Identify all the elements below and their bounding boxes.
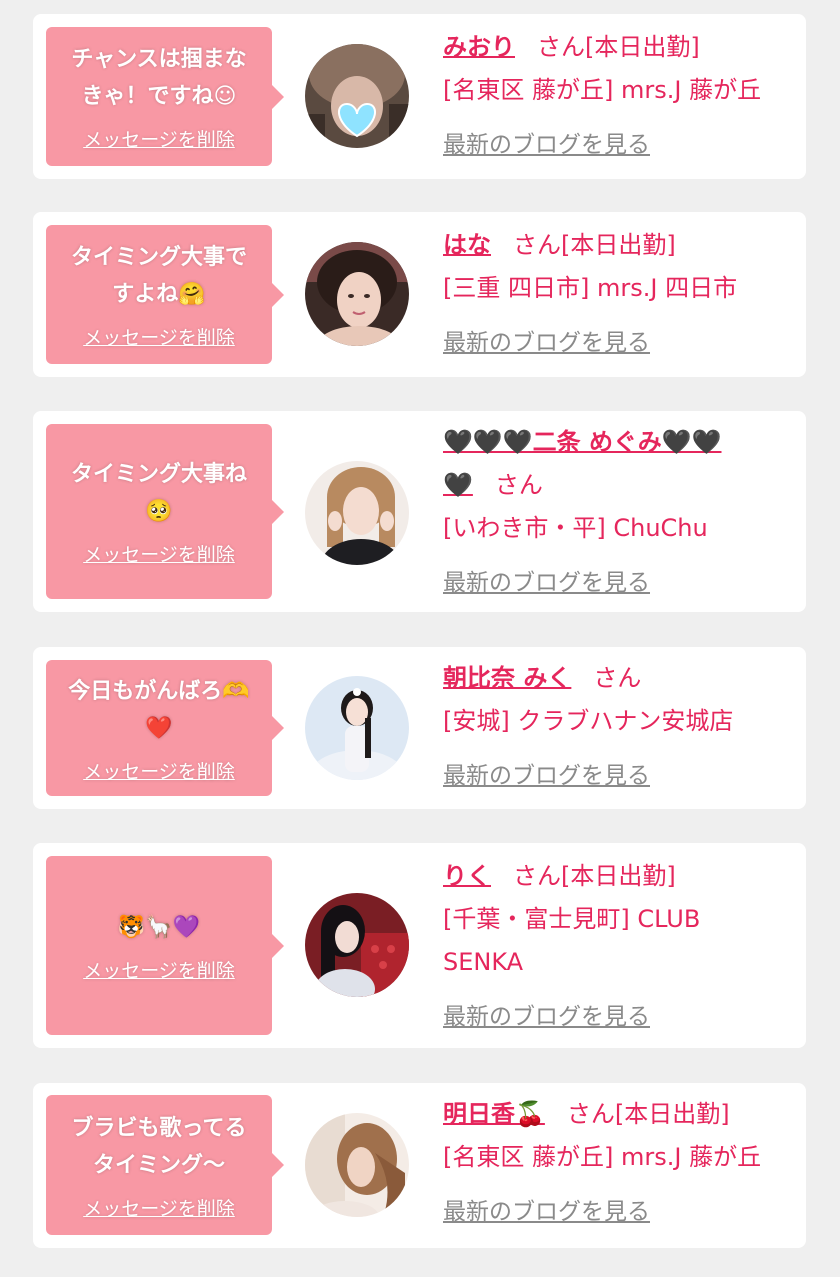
message-text: チャンスは掴まな きゃ！ですね☺	[71, 47, 247, 109]
cast-info: みおり さん[本日出勤] [名東区 藤が丘] mrs.J 藤が丘 最新のブログを見…	[443, 26, 798, 167]
avatar[interactable]	[305, 893, 409, 997]
shop-info: [名東区 藤が丘] mrs.J 藤が丘	[443, 76, 762, 104]
message-text: ブラビも歌ってる タイミング〜	[71, 1115, 247, 1178]
honorific: さん	[537, 33, 585, 61]
message-text: 今日もがんばろ🫶 ❤️	[68, 678, 250, 741]
shop-info: [千葉・富士見町] CLUB SENKA	[443, 905, 701, 976]
avatar[interactable]	[305, 44, 409, 148]
message-bubble: ブラビも歌ってる タイミング〜 メッセージを削除	[46, 1095, 284, 1235]
status-badge: [本日出勤]	[614, 1100, 730, 1128]
delete-message-link[interactable]: メッセージを削除	[83, 757, 235, 784]
message-text: 🐯🦙💜	[117, 914, 201, 940]
honorific: さん	[566, 1100, 615, 1128]
message-bubble: 今日もがんばろ🫶 ❤️ メッセージを削除	[46, 660, 284, 796]
honorific: さん	[513, 862, 561, 890]
message-card: タイミング大事ね 🥺 メッセージを削除 🖤🖤🖤二条 めぐみ🖤🖤 🖤 さん [いわ…	[33, 411, 806, 612]
cast-info: 朝比奈 みく さん [安城] クラブハナン安城店 最新のブログを見る	[443, 657, 798, 798]
avatar[interactable]	[305, 461, 409, 565]
avatar[interactable]	[305, 676, 409, 780]
view-blog-link[interactable]: 最新のブログを見る	[443, 1191, 650, 1234]
delete-message-link[interactable]: メッセージを削除	[83, 956, 235, 983]
message-card: チャンスは掴まな きゃ！ですね☺ メッセージを削除 みおり さん[本日出勤] [名…	[33, 14, 806, 179]
delete-message-link[interactable]: メッセージを削除	[83, 125, 235, 152]
status-badge: [本日出勤]	[585, 33, 700, 61]
cast-name-link[interactable]: はな	[443, 231, 491, 259]
message-list: チャンスは掴まな きゃ！ですね☺ メッセージを削除 みおり さん[本日出勤] [名…	[0, 0, 840, 1277]
avatar[interactable]	[305, 1113, 409, 1217]
message-bubble: タイミング大事ね 🥺 メッセージを削除	[46, 424, 284, 599]
shop-info: [三重 四日市] mrs.J 四日市	[443, 274, 738, 302]
message-card: ブラビも歌ってる タイミング〜 メッセージを削除 明日香🍒 さん[本日出勤] [名…	[33, 1083, 806, 1248]
view-blog-link[interactable]: 最新のブログを見る	[443, 755, 650, 798]
shop-info: [名東区 藤が丘] mrs.J 藤が丘	[443, 1143, 762, 1171]
view-blog-link[interactable]: 最新のブログを見る	[443, 562, 650, 605]
cast-info: 🖤🖤🖤二条 めぐみ🖤🖤 🖤 さん [いわき市・平] ChuChu 最新のブログを見…	[443, 421, 798, 605]
cast-info: りく さん[本日出勤] [千葉・富士見町] CLUB SENKA 最新のブログを見…	[443, 855, 798, 1039]
cast-name-link[interactable]: 🖤🖤🖤二条 めぐみ🖤🖤	[443, 428, 722, 456]
view-blog-link[interactable]: 最新のブログを見る	[443, 124, 650, 167]
honorific: さん	[593, 664, 642, 692]
cast-info: はな さん[本日出勤] [三重 四日市] mrs.J 四日市 最新のブログを見る	[443, 224, 798, 365]
cast-name-link[interactable]: みおり	[443, 33, 515, 61]
message-bubble: チャンスは掴まな きゃ！ですね☺ メッセージを削除	[46, 27, 284, 166]
honorific: さん	[494, 471, 543, 499]
message-bubble: 🐯🦙💜 メッセージを削除	[46, 856, 284, 1035]
avatar[interactable]	[305, 242, 409, 346]
message-card: 今日もがんばろ🫶 ❤️ メッセージを削除 朝比奈 みく さん [安城] クラブハナ…	[33, 647, 806, 809]
delete-message-link[interactable]: メッセージを削除	[83, 540, 235, 567]
shop-info: [いわき市・平] ChuChu	[443, 514, 708, 542]
view-blog-link[interactable]: 最新のブログを見る	[443, 322, 650, 365]
honorific: さん	[513, 231, 561, 259]
view-blog-link[interactable]: 最新のブログを見る	[443, 996, 650, 1039]
message-text: タイミング大事ね 🥺	[70, 462, 247, 524]
status-badge: [本日出勤]	[561, 231, 676, 259]
message-text: タイミング大事で すよね🤗	[70, 245, 247, 307]
shop-info: [安城] クラブハナン安城店	[443, 707, 734, 735]
cast-name-link-cont[interactable]: 🖤	[443, 471, 473, 499]
delete-message-link[interactable]: メッセージを削除	[83, 1194, 235, 1221]
cast-name-link[interactable]: 明日香🍒	[443, 1100, 545, 1128]
cast-name-link[interactable]: 朝比奈 みく	[443, 664, 571, 692]
message-card: 🐯🦙💜 メッセージを削除 りく さん[本日出勤] [千葉・富士見町] CLUB S…	[33, 843, 806, 1048]
delete-message-link[interactable]: メッセージを削除	[83, 323, 235, 350]
status-badge: [本日出勤]	[561, 862, 676, 890]
cast-info: 明日香🍒 さん[本日出勤] [名東区 藤が丘] mrs.J 藤が丘 最新のブログを…	[443, 1093, 798, 1234]
message-card: タイミング大事で すよね🤗 メッセージを削除 はな さん[本日出勤] [三重 四日…	[33, 212, 806, 377]
cast-name-link[interactable]: りく	[443, 862, 491, 890]
message-bubble: タイミング大事で すよね🤗 メッセージを削除	[46, 225, 284, 364]
